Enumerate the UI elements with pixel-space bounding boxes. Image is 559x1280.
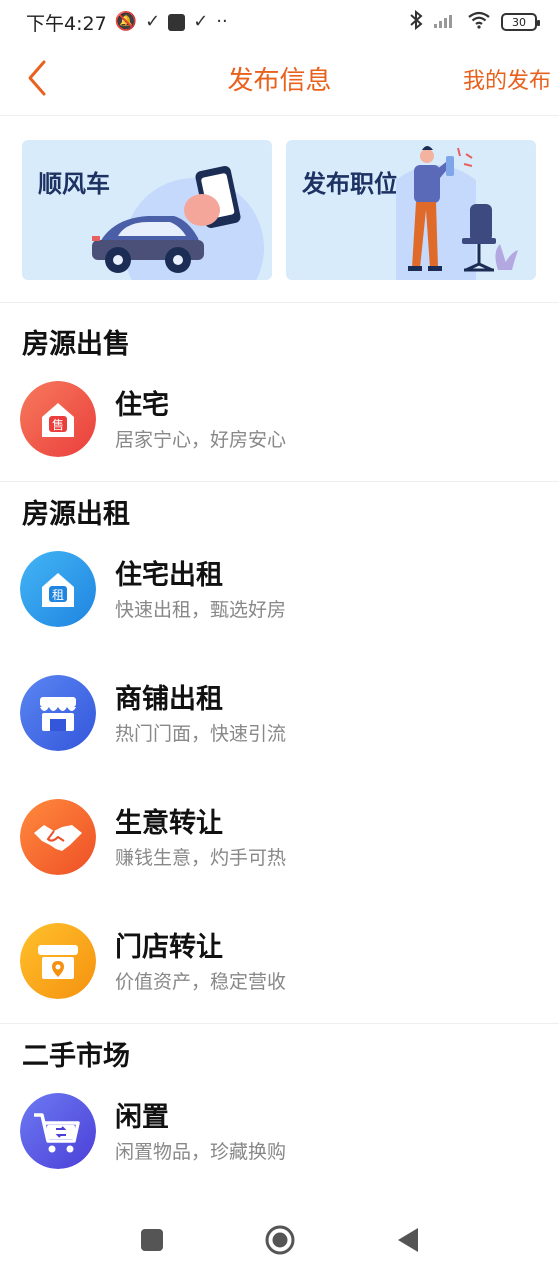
check-icon: ✓ bbox=[145, 11, 161, 32]
item-title: 商铺出租 bbox=[115, 684, 223, 715]
banner-row: 顺风车 发布职位 bbox=[22, 140, 536, 280]
battery-indicator: 30 bbox=[501, 13, 540, 31]
app-square-icon bbox=[168, 13, 186, 31]
list-item-business-transfer[interactable]: 生意转让 赚钱生意，灼手可热 bbox=[20, 799, 540, 879]
person-office-illustration bbox=[396, 146, 518, 280]
divider bbox=[0, 1023, 559, 1024]
shop-icon bbox=[20, 675, 96, 751]
status-time: 下午4:27 bbox=[26, 12, 107, 35]
list-item-idle-goods[interactable]: 闲置 闲置物品，珍藏换购 bbox=[20, 1093, 540, 1173]
check-icon: ✓ bbox=[193, 11, 209, 32]
item-subtitle: 价值资产，稳定营收 bbox=[115, 971, 287, 993]
system-nav-bar bbox=[0, 1200, 559, 1280]
item-title: 住宅出租 bbox=[115, 560, 223, 591]
divider bbox=[0, 481, 559, 482]
house-rent-icon: 租 bbox=[20, 551, 96, 627]
item-subtitle: 赚钱生意，灼手可热 bbox=[115, 847, 287, 869]
item-subtitle: 热门门面，快速引流 bbox=[115, 723, 287, 745]
my-posts-link[interactable]: 我的发布 bbox=[463, 63, 551, 95]
item-subtitle: 快速出租，甄选好房 bbox=[115, 599, 287, 621]
post-job-banner[interactable]: 发布职位 bbox=[286, 140, 536, 280]
section-title-rent: 房源出租 bbox=[22, 499, 130, 530]
item-title: 住宅 bbox=[115, 390, 169, 421]
section-title-secondhand: 二手市场 bbox=[22, 1041, 130, 1072]
item-title: 生意转让 bbox=[115, 808, 223, 839]
house-sale-icon: 售 bbox=[20, 381, 96, 457]
store-location-icon bbox=[20, 923, 96, 999]
status-bar: 下午4:27 🔕 ✓ ✓ ·· 30 bbox=[0, 0, 559, 44]
recent-apps-icon[interactable] bbox=[132, 1220, 172, 1260]
section-title-sale: 房源出售 bbox=[22, 329, 130, 360]
handshake-icon bbox=[20, 799, 96, 875]
item-subtitle: 闲置物品，珍藏换购 bbox=[115, 1141, 287, 1163]
car-phone-illustration bbox=[92, 166, 264, 280]
list-item-house-sale[interactable]: 售 住宅 居家宁心，好房安心 bbox=[20, 381, 540, 461]
home-icon[interactable] bbox=[260, 1220, 300, 1260]
icon-text: 租 bbox=[52, 588, 64, 602]
rideshare-banner[interactable]: 顺风车 bbox=[22, 140, 272, 280]
wifi-icon bbox=[467, 11, 491, 33]
item-subtitle: 居家宁心，好房安心 bbox=[115, 429, 287, 451]
signal-icon bbox=[433, 11, 457, 33]
silent-icon: 🔕 bbox=[114, 11, 138, 32]
item-title: 闲置 bbox=[115, 1102, 169, 1133]
cart-exchange-icon bbox=[20, 1093, 96, 1169]
app-header: 发布信息 我的发布 bbox=[0, 44, 559, 116]
list-item-shop-rent[interactable]: 商铺出租 热门门面，快速引流 bbox=[20, 675, 540, 755]
bluetooth-icon bbox=[409, 9, 423, 34]
divider bbox=[0, 302, 559, 303]
more-dots-icon: ·· bbox=[216, 11, 228, 32]
item-title: 门店转让 bbox=[115, 932, 223, 963]
list-item-house-rent[interactable]: 租 住宅出租 快速出租，甄选好房 bbox=[20, 551, 540, 631]
back-triangle-icon[interactable] bbox=[388, 1220, 428, 1260]
list-item-store-transfer[interactable]: 门店转让 价值资产，稳定营收 bbox=[20, 923, 540, 1003]
icon-text: 售 bbox=[52, 417, 64, 432]
